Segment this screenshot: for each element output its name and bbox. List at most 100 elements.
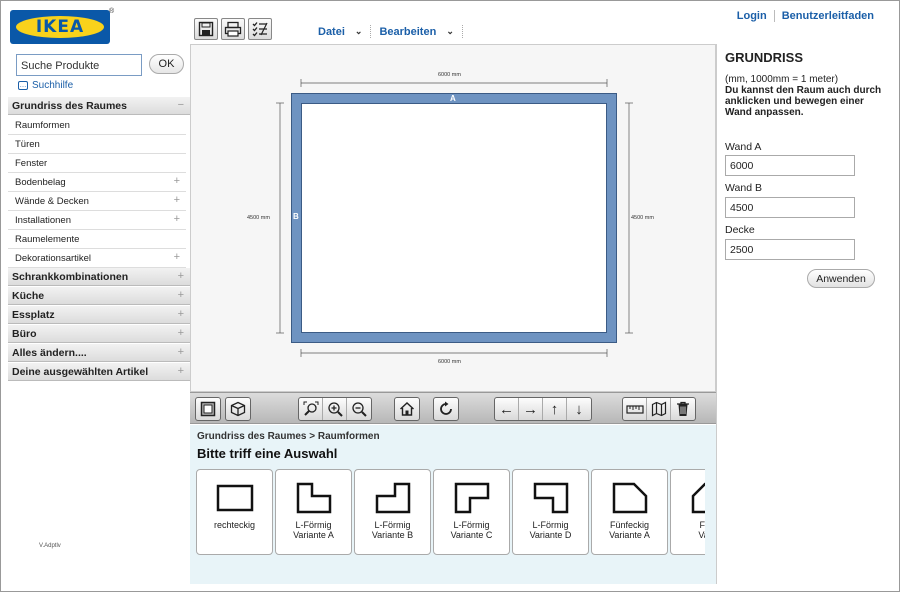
expand-icon: + <box>177 289 184 301</box>
shape-tile-l-b[interactable]: L-Förmig Variante B <box>354 469 431 555</box>
registered-mark: ® <box>109 8 115 15</box>
nav-section-office[interactable]: Büro + <box>8 325 190 343</box>
expand-icon: + <box>177 270 184 282</box>
nav-item-flooring[interactable]: Bodenbelag + <box>8 173 186 192</box>
3d-view-button[interactable] <box>225 397 251 421</box>
nav-section-room-plan[interactable]: Grundriss des Raumes − <box>8 97 190 115</box>
room-floor[interactable] <box>301 103 607 333</box>
tile-label: L-Förmig <box>374 520 411 530</box>
user-guide-link[interactable]: Benutzerleitfaden <box>773 10 881 22</box>
move-down-button[interactable]: ↓ <box>567 398 591 420</box>
file-toolbar <box>194 18 272 40</box>
shape-tile-rectangular[interactable]: rechteckig <box>196 469 273 555</box>
nav-section-label: Küche <box>12 290 45 302</box>
trash-icon <box>677 401 689 416</box>
search-help-link[interactable]: … Suchhilfe <box>18 80 73 91</box>
nav-item-label: Fenster <box>15 158 48 169</box>
nav-item-room-elements[interactable]: Raumelemente <box>8 230 186 249</box>
ikea-logo[interactable]: IKEA <box>10 10 110 44</box>
wall-a-input[interactable]: 6000 <box>725 155 855 176</box>
shopping-list-button[interactable] <box>248 18 272 40</box>
dimension-right-label: 4500 mm <box>631 215 654 221</box>
dimension-top-label: 6000 mm <box>438 72 461 78</box>
rotate-button[interactable] <box>433 397 459 421</box>
shape-tile-pentagon-a[interactable]: Fünfeckig Variante A <box>591 469 668 555</box>
shape-tile-list: rechteckig L-Förmig Variante A L-Förmig … <box>196 469 705 557</box>
nav-item-label: Dekorationsartikel <box>15 253 92 264</box>
tile-label: L-Förmig <box>453 520 490 530</box>
wall-a-field-label: Wand A <box>725 141 762 153</box>
home-view-button[interactable] <box>394 397 420 421</box>
2d-view-button[interactable] <box>195 397 221 421</box>
zoom-out-icon <box>352 402 367 417</box>
login-link[interactable]: Login <box>730 10 774 22</box>
room-walls[interactable]: A B <box>291 93 617 343</box>
expand-icon: + <box>177 365 184 377</box>
house-icon <box>400 402 414 416</box>
nav-item-windows[interactable]: Fenster <box>8 154 186 173</box>
nav-section-change-all[interactable]: Alles ändern.... + <box>8 344 190 362</box>
nav-section-label: Alles ändern.... <box>12 347 87 359</box>
nav-item-room-shapes[interactable]: Raumformen <box>8 116 186 135</box>
tile-sublabel: Variante D <box>529 530 572 540</box>
move-left-button[interactable]: ← <box>495 398 519 420</box>
floor-plan-canvas[interactable]: 6000 mm 6000 mm 4500 mm 4500 mm A B <box>190 44 716 392</box>
shape-tile-l-d[interactable]: L-Förmig Variante D <box>512 469 589 555</box>
zoom-out-button[interactable] <box>347 398 371 420</box>
move-right-button[interactable]: → <box>519 398 543 420</box>
nav-item-installations[interactable]: Installationen + <box>8 211 186 230</box>
nav-item-label: Wände & Decken <box>15 196 89 207</box>
selection-prompt: Bitte triff eine Auswahl <box>197 446 338 461</box>
breadcrumb: Grundriss des Raumes > Raumformen <box>197 431 380 442</box>
tile-label: Fünf <box>699 520 705 530</box>
speech-bubble-icon: … <box>18 81 28 90</box>
top-links: Login Benutzerleitfaden <box>730 10 881 22</box>
menu-edit[interactable]: Bearbeiten ⌄ <box>379 25 463 38</box>
zoom-fit-button[interactable] <box>299 398 323 420</box>
nav-section-wardrobes[interactable]: Schrankkombinationen + <box>8 268 190 286</box>
nav-item-decoration[interactable]: Dekorationsartikel + <box>8 249 186 268</box>
ruler-icon <box>625 405 644 414</box>
nav-item-doors[interactable]: Türen <box>8 135 186 154</box>
wall-b-input[interactable]: 4500 <box>725 197 855 218</box>
shape-tile-pentagon-b[interactable]: Fünf Varia <box>670 469 705 555</box>
zoom-fit-icon <box>303 401 318 416</box>
tile-label: Fünfeckig <box>609 520 650 530</box>
printer-icon <box>224 21 242 37</box>
zoom-in-button[interactable] <box>323 398 347 420</box>
panel-title: GRUNDRISS <box>725 50 804 65</box>
nav-section-label: Schrankkombinationen <box>12 271 129 283</box>
nav-section-kitchen[interactable]: Küche + <box>8 287 190 305</box>
print-button[interactable] <box>221 18 245 40</box>
ceiling-input[interactable]: 2500 <box>725 239 855 260</box>
measure-button[interactable] <box>623 398 647 420</box>
version-label: V.Adptlv <box>39 543 61 549</box>
tile-sublabel: Variante A <box>609 530 650 540</box>
panel-info: (mm, 1000mm = 1 meter) Du kannst den Rau… <box>725 74 887 118</box>
arrow-up-icon: ↑ <box>550 400 559 418</box>
nav-section-dining[interactable]: Essplatz + <box>8 306 190 324</box>
wall-a-label: A <box>450 94 456 103</box>
search-ok-button[interactable]: OK <box>149 54 184 74</box>
nav-item-label: Türen <box>15 139 40 150</box>
apply-button[interactable]: Anwenden <box>807 269 875 288</box>
delete-button[interactable] <box>671 398 695 420</box>
menu-edit-label: Bearbeiten <box>379 25 437 38</box>
rectangle-shape-icon <box>216 484 253 512</box>
shape-tile-l-c[interactable]: L-Förmig Variante C <box>433 469 510 555</box>
shape-tile-l-a[interactable]: L-Förmig Variante A <box>275 469 352 555</box>
search-input[interactable]: Suche Produkte <box>16 54 142 76</box>
main-menu: Datei ⌄ Bearbeiten ⌄ <box>318 25 471 38</box>
expand-icon: + <box>177 327 184 339</box>
room-plan-button[interactable] <box>647 398 671 420</box>
nav-section-selected-items[interactable]: Deine ausgewählten Artikel + <box>8 363 190 381</box>
chevron-down-icon: ⌄ <box>446 26 454 36</box>
menu-file[interactable]: Datei ⌄ <box>318 25 372 38</box>
tile-label: L-Förmig <box>532 520 569 530</box>
save-button[interactable] <box>194 18 218 40</box>
nav-item-walls-ceilings[interactable]: Wände & Decken + <box>8 192 186 211</box>
nav-section-label: Grundriss des Raumes <box>12 100 127 112</box>
l-shape-b-icon <box>375 482 410 514</box>
move-up-button[interactable]: ↑ <box>543 398 567 420</box>
collapse-icon: − <box>177 99 184 111</box>
